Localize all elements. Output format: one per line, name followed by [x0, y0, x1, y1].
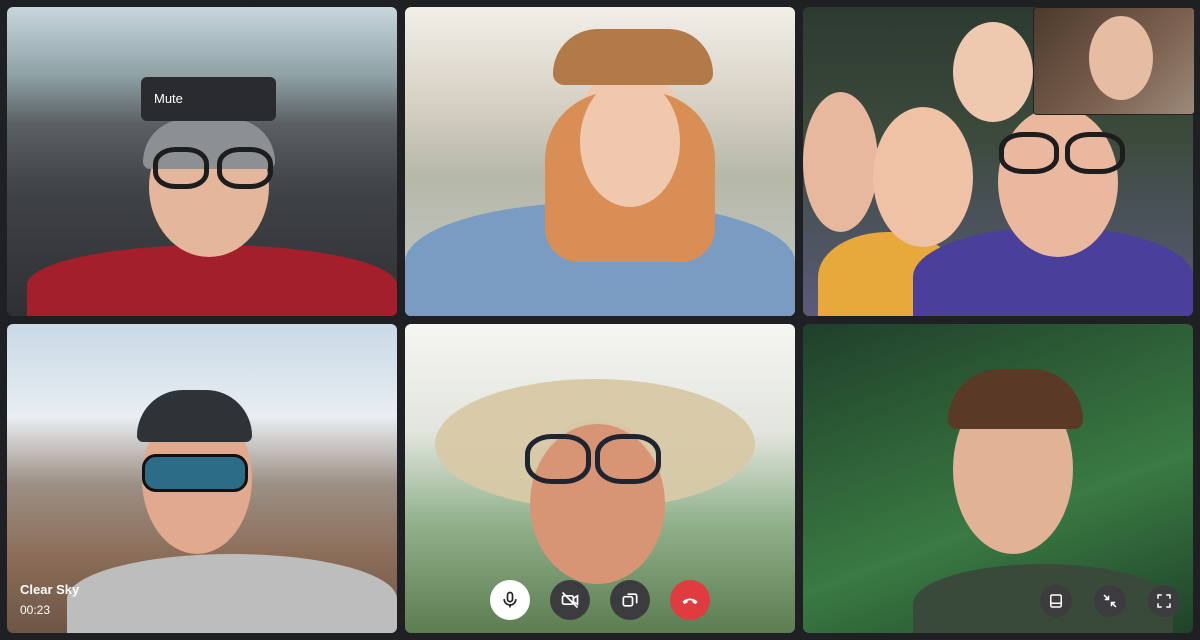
mute-tooltip: Mute	[141, 77, 276, 121]
fullscreen-icon	[1157, 594, 1171, 608]
video-off-icon	[561, 591, 579, 609]
video-tile-1[interactable]	[7, 7, 397, 316]
video-tile-5[interactable]	[405, 324, 795, 633]
glasses	[525, 434, 591, 484]
video-tile-6[interactable]	[803, 324, 1193, 633]
glasses	[595, 434, 661, 484]
layout-icon	[1050, 594, 1062, 608]
fullscreen-button[interactable]	[1148, 585, 1180, 617]
screen-share-button[interactable]	[610, 580, 650, 620]
microphone-icon	[503, 591, 517, 608]
self-view-pip[interactable]	[1033, 7, 1195, 115]
glasses	[217, 147, 273, 189]
participant-name: Clear Sky	[20, 582, 80, 597]
glasses	[153, 147, 209, 189]
video-tile-2[interactable]	[405, 7, 795, 316]
exit-fullscreen-icon	[1103, 594, 1117, 608]
glasses	[999, 132, 1059, 174]
glasses	[1065, 132, 1125, 174]
call-duration: 00:23	[20, 603, 51, 617]
screen-share-icon	[622, 593, 638, 607]
end-call-button[interactable]	[670, 580, 710, 620]
hang-up-icon	[682, 598, 698, 605]
participant-face	[1089, 16, 1153, 100]
participant-face	[803, 92, 878, 232]
participant-face	[580, 77, 680, 207]
fedora-hat	[553, 29, 713, 85]
sunglasses	[142, 454, 248, 492]
microphone-button[interactable]	[490, 580, 530, 620]
participant-face	[953, 22, 1033, 122]
exit-fullscreen-button[interactable]	[1094, 585, 1126, 617]
layout-button[interactable]	[1040, 585, 1072, 617]
participant-face	[873, 107, 973, 247]
participant-face	[998, 107, 1118, 257]
camera-toggle-button[interactable]	[550, 580, 590, 620]
